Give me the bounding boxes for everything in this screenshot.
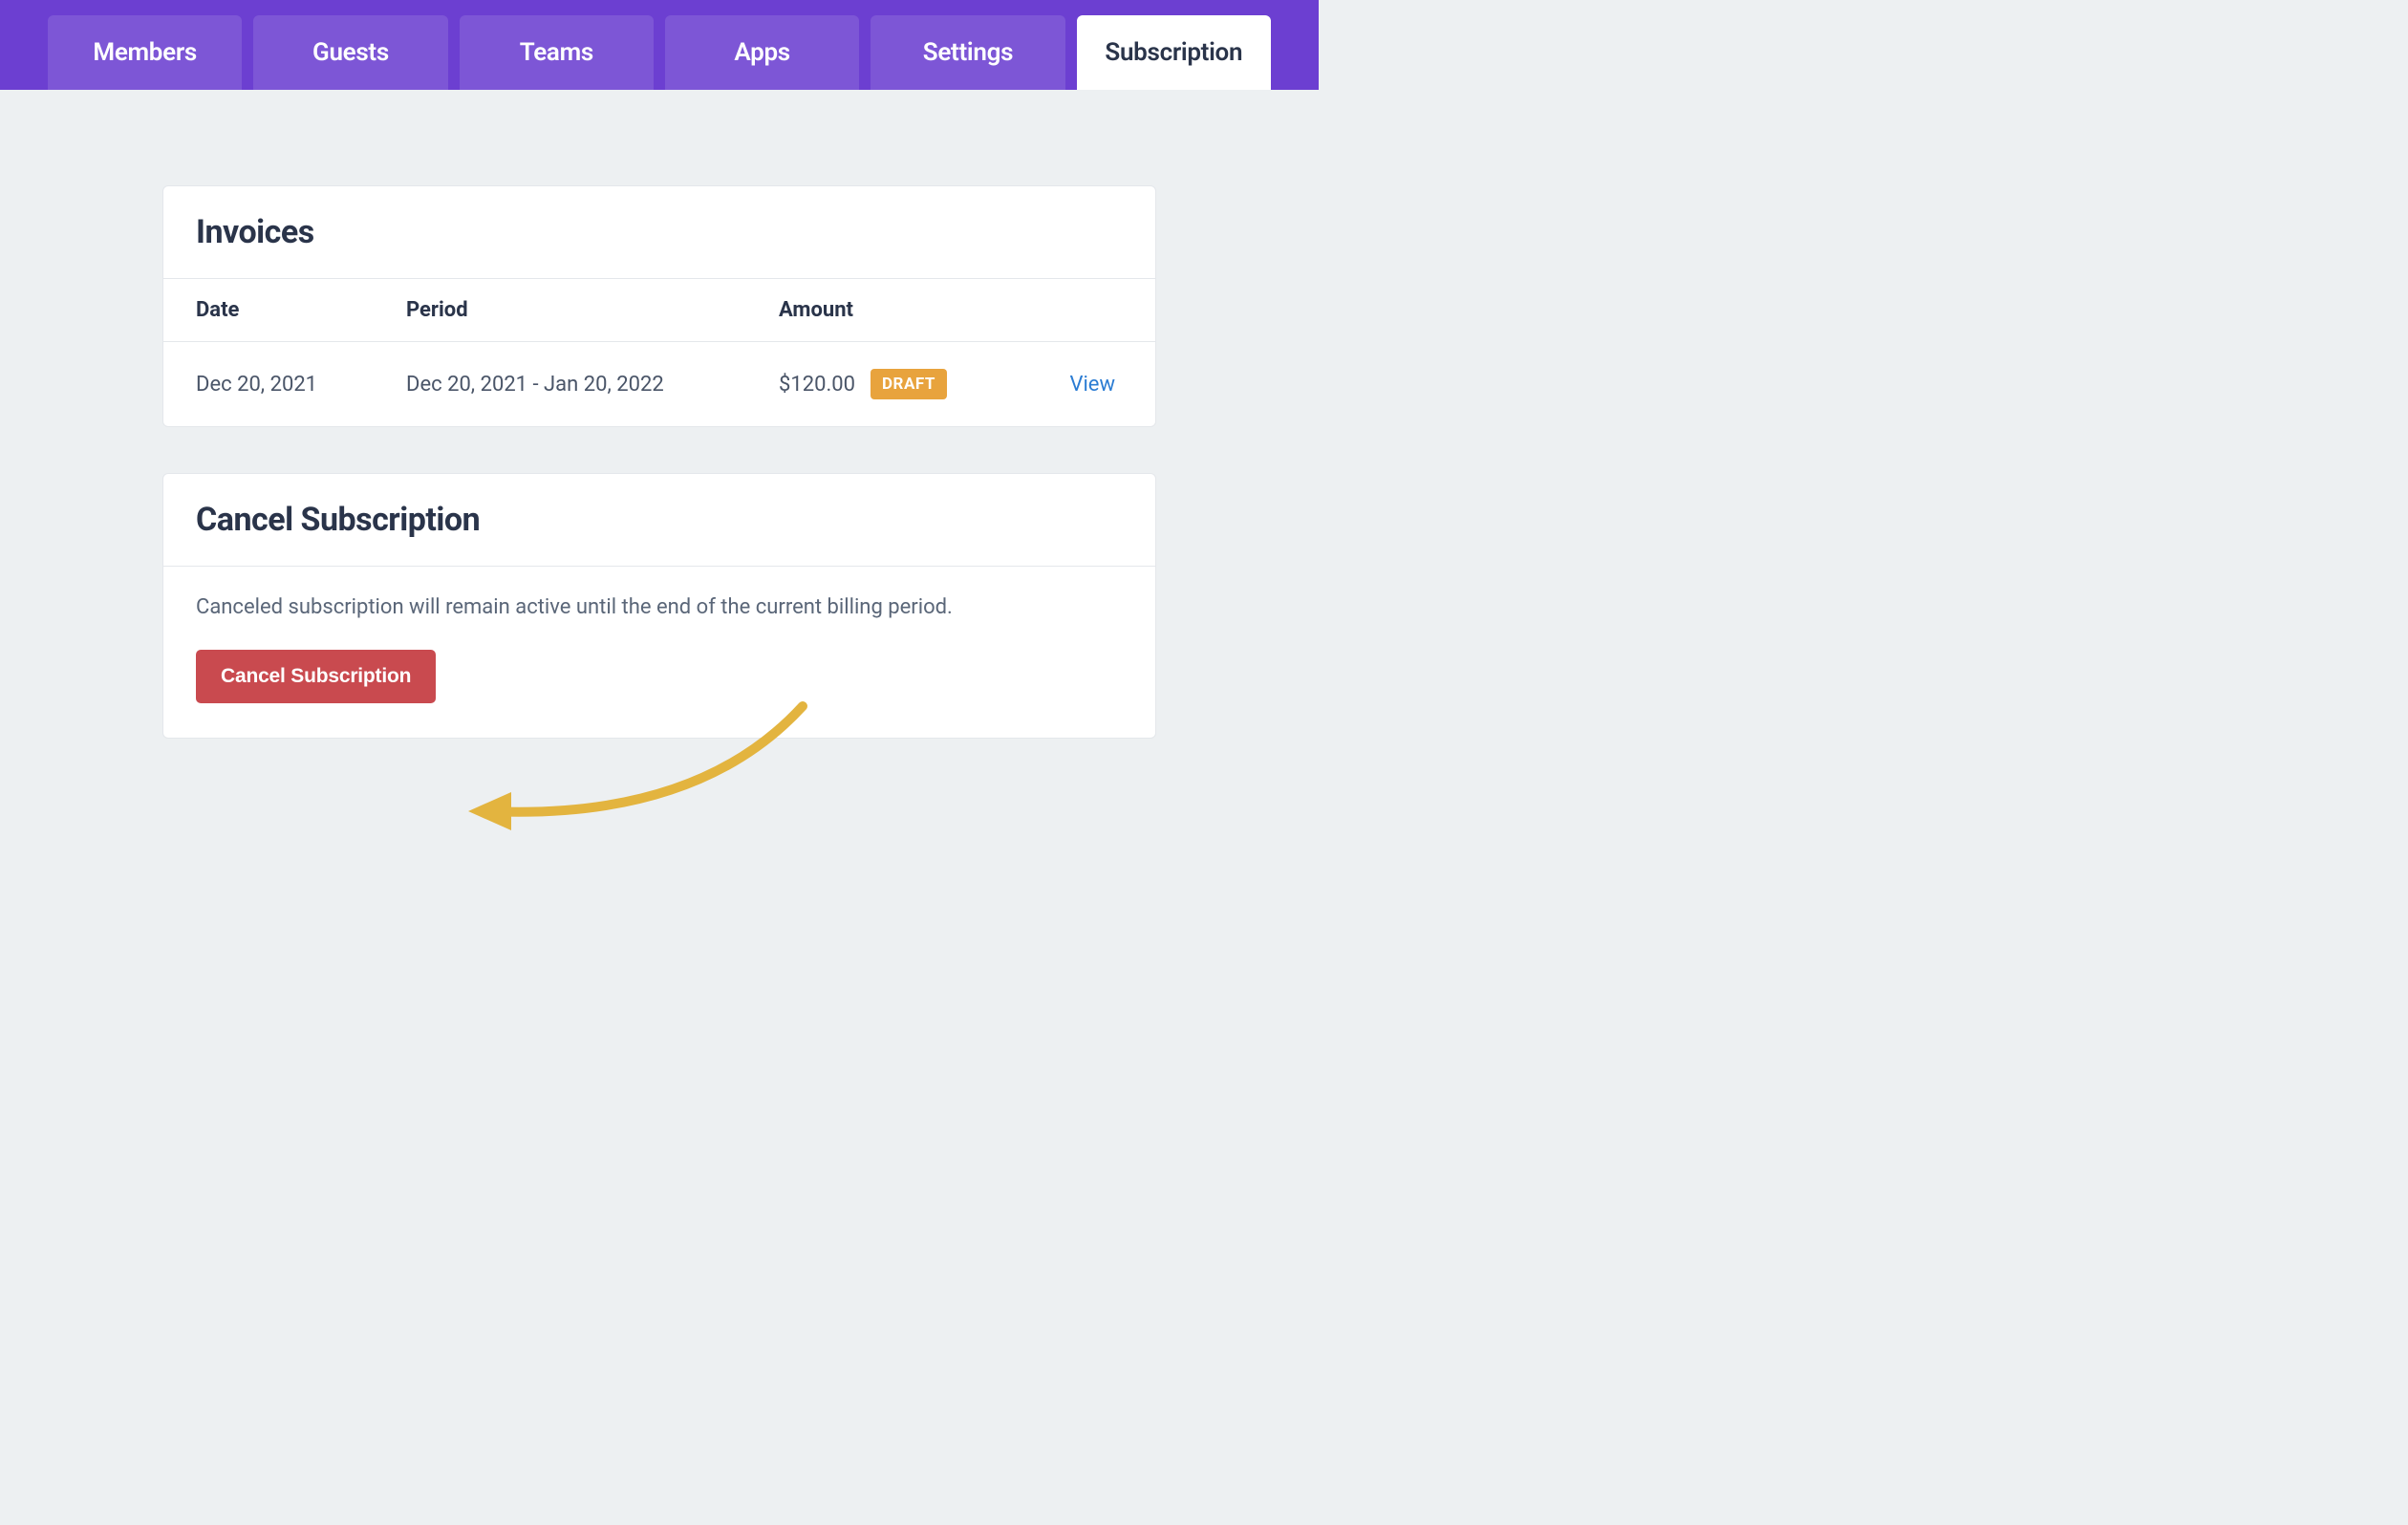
column-amount: Amount — [779, 298, 979, 322]
view-link[interactable]: View — [1069, 373, 1123, 397]
cancel-description: Canceled subscription will remain active… — [196, 595, 1123, 619]
invoices-table-header: Date Period Amount — [163, 279, 1155, 342]
invoice-amount-cell: $120.00 DRAFT — [779, 369, 979, 399]
table-row: Dec 20, 2021 Dec 20, 2021 - Jan 20, 2022… — [163, 342, 1155, 426]
invoices-title: Invoices — [196, 213, 1123, 251]
tab-members[interactable]: Members — [48, 15, 242, 90]
invoices-card: Invoices Date Period Amount Dec 20, 2021… — [162, 185, 1156, 427]
cancel-title: Cancel Subscription — [196, 501, 1123, 539]
invoices-header: Invoices — [163, 186, 1155, 279]
column-action — [979, 298, 1123, 322]
tab-settings[interactable]: Settings — [871, 15, 1064, 90]
invoice-amount: $120.00 — [779, 373, 855, 397]
tab-teams[interactable]: Teams — [460, 15, 654, 90]
content-area: Invoices Date Period Amount Dec 20, 2021… — [0, 90, 1319, 739]
tab-apps[interactable]: Apps — [665, 15, 859, 90]
tab-guests[interactable]: Guests — [253, 15, 447, 90]
cancel-subscription-card: Cancel Subscription Canceled subscriptio… — [162, 473, 1156, 739]
cancel-header: Cancel Subscription — [163, 474, 1155, 567]
column-period: Period — [406, 298, 779, 322]
cancel-body: Canceled subscription will remain active… — [163, 567, 1155, 738]
invoice-action-cell: View — [979, 373, 1123, 397]
cancel-subscription-button[interactable]: Cancel Subscription — [196, 650, 436, 703]
invoice-period: Dec 20, 2021 - Jan 20, 2022 — [406, 373, 779, 397]
column-date: Date — [196, 298, 406, 322]
status-badge: DRAFT — [871, 369, 947, 399]
tab-subscription[interactable]: Subscription — [1077, 15, 1271, 90]
invoice-date: Dec 20, 2021 — [196, 373, 406, 397]
tab-bar: Members Guests Teams Apps Settings Subsc… — [0, 0, 1319, 90]
